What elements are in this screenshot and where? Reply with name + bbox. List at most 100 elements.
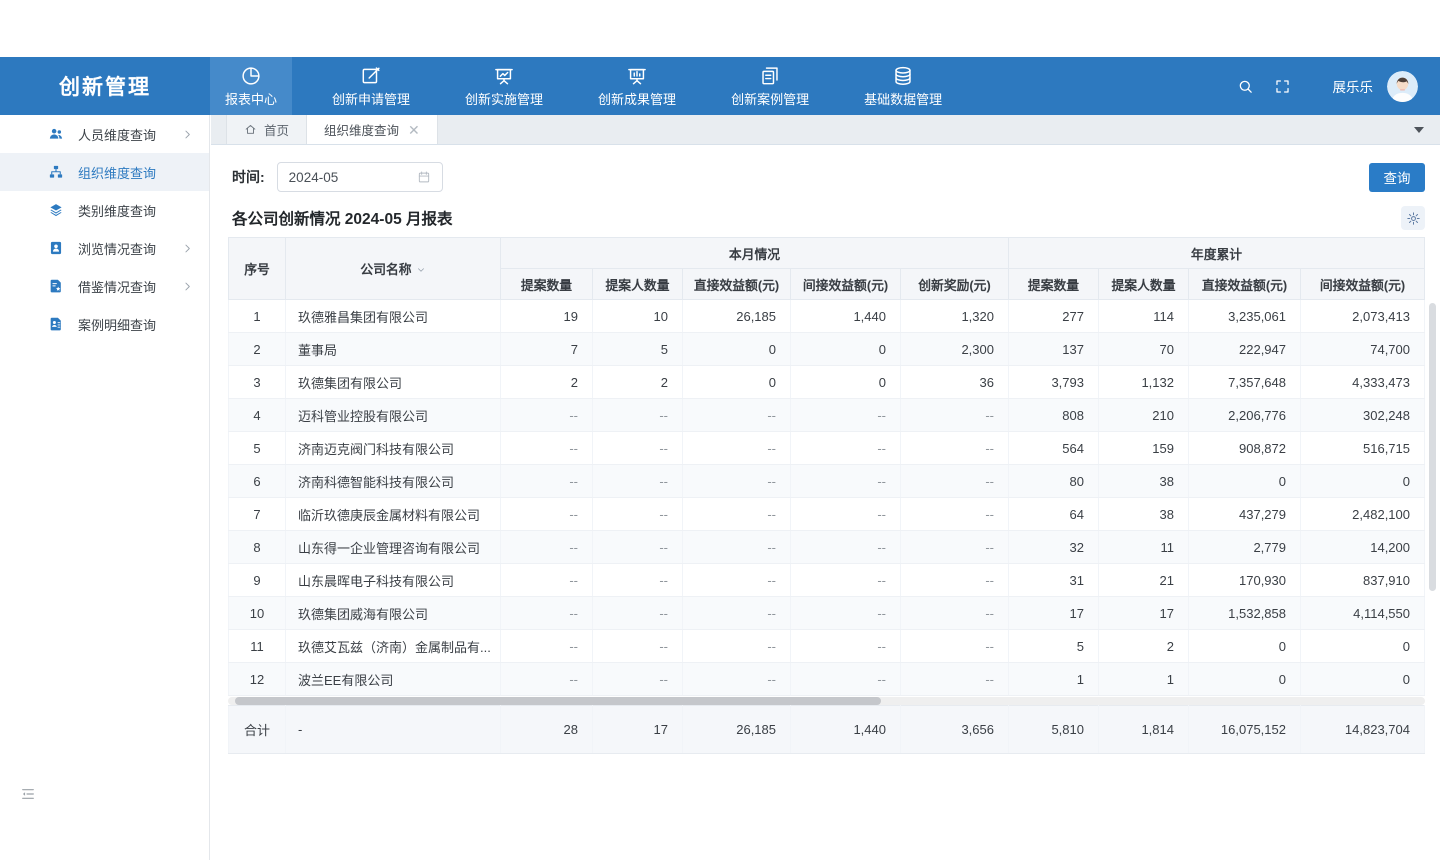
value-cell: -- [593, 630, 683, 663]
total-value-cell: 14,823,704 [1301, 706, 1425, 754]
value-cell: 302,248 [1301, 399, 1425, 432]
value-cell: -- [593, 399, 683, 432]
nav-item[interactable]: 创新成果管理 [583, 57, 691, 115]
company-name-cell: 济南迈克阀门科技有限公司 [286, 432, 501, 465]
tab-label: 首页 [264, 120, 289, 139]
nav-item[interactable]: 创新实施管理 [450, 57, 558, 115]
value-cell: 808 [1009, 399, 1099, 432]
fullscreen-icon[interactable] [1274, 78, 1291, 95]
col-header-month: 提案数量 [501, 269, 593, 300]
horizontal-scrollbar[interactable] [228, 697, 1425, 705]
value-cell: -- [683, 399, 791, 432]
sidebar-item[interactable]: 组织维度查询 [0, 153, 209, 191]
top-tools: 展乐乐 [1217, 57, 1440, 115]
value-cell: 5 [229, 432, 286, 465]
value-cell: 0 [1301, 465, 1425, 498]
value-cell: 36 [901, 366, 1009, 399]
sidebar: 人员维度查询组织维度查询类别维度查询浏览情况查询借鉴情况查询案例明细查询 [0, 115, 210, 860]
total-value-cell: 26,185 [683, 706, 791, 754]
query-button[interactable]: 查询 [1369, 163, 1425, 192]
tab-active[interactable]: 组织维度查询✕ [307, 115, 438, 144]
col-header-company[interactable]: 公司名称 [286, 238, 501, 300]
sidebar-item[interactable]: 借鉴情况查询 [0, 267, 209, 305]
value-cell: -- [901, 597, 1009, 630]
avatar[interactable] [1387, 71, 1418, 102]
value-cell: 277 [1009, 300, 1099, 333]
board-line-icon [493, 65, 515, 87]
value-cell: 1 [229, 300, 286, 333]
value-cell: 3,793 [1009, 366, 1099, 399]
calendar-icon [417, 170, 431, 184]
nav-item[interactable]: 报表中心 [210, 57, 292, 115]
vertical-scrollbar[interactable] [1429, 237, 1436, 754]
close-icon[interactable]: ✕ [408, 123, 420, 137]
value-cell: 2,482,100 [1301, 498, 1425, 531]
report-table: 序号 公司名称 本月情况 年度累计 提案数量提案人数量直接效益额(元)间接效益额… [228, 237, 1425, 754]
col-header-seq: 序号 [229, 238, 286, 300]
value-cell: 0 [683, 366, 791, 399]
value-cell: 0 [791, 366, 901, 399]
sidebar-item[interactable]: 案例明细查询 [0, 305, 209, 343]
tab-home[interactable]: 首页 [226, 115, 307, 144]
value-cell: 4 [229, 399, 286, 432]
value-cell: 4,333,473 [1301, 366, 1425, 399]
value-cell: 2 [501, 366, 593, 399]
company-name-cell: 临沂玖德庚辰金属材料有限公司 [286, 498, 501, 531]
value-cell: -- [683, 531, 791, 564]
value-cell: -- [593, 531, 683, 564]
board-bars-icon [626, 65, 648, 87]
value-cell: -- [501, 630, 593, 663]
company-name-cell: 山东得一企业管理咨询有限公司 [286, 531, 501, 564]
top-header-bar: 创新管理 报表中心创新申请管理创新实施管理创新成果管理创新案例管理基础数据管理 … [0, 57, 1440, 115]
sidebar-item-label: 类别维度查询 [78, 201, 156, 220]
horizontal-scrollbar-thumb[interactable] [235, 697, 881, 705]
value-cell: -- [501, 597, 593, 630]
value-cell: -- [901, 564, 1009, 597]
value-cell: -- [501, 465, 593, 498]
total-value-cell: 5,810 [1009, 706, 1099, 754]
nav-item[interactable]: 基础数据管理 [849, 57, 957, 115]
total-label-cell: 合计 [229, 706, 286, 754]
value-cell: 21 [1099, 564, 1189, 597]
value-cell: 80 [1009, 465, 1099, 498]
filter-row: 时间: 2024-05 查询 [232, 162, 1425, 192]
company-name-cell: 董事局 [286, 333, 501, 366]
nav-item[interactable]: 创新案例管理 [716, 57, 824, 115]
collapse-sidebar-icon[interactable] [20, 786, 36, 802]
edit-icon [360, 65, 382, 87]
value-cell: -- [501, 432, 593, 465]
user-name[interactable]: 展乐乐 [1333, 76, 1374, 96]
sidebar-item[interactable]: 浏览情况查询 [0, 229, 209, 267]
value-cell: -- [901, 432, 1009, 465]
sort-caret-icon[interactable] [416, 263, 426, 278]
col-header-year: 间接效益额(元) [1301, 269, 1425, 300]
company-name-cell: 山东晨晖电子科技有限公司 [286, 564, 501, 597]
value-cell: -- [901, 498, 1009, 531]
value-cell: -- [501, 663, 593, 696]
value-cell: -- [791, 465, 901, 498]
tab-dropdown-caret-icon[interactable] [1414, 127, 1424, 133]
value-cell: -- [901, 465, 1009, 498]
value-cell: 17 [1099, 597, 1189, 630]
value-cell: 2,300 [901, 333, 1009, 366]
sidebar-item[interactable]: 类别维度查询 [0, 191, 209, 229]
value-cell: 17 [1009, 597, 1099, 630]
value-cell: 7,357,648 [1189, 366, 1301, 399]
value-cell: 114 [1099, 300, 1189, 333]
value-cell: 5 [1009, 630, 1099, 663]
vertical-scrollbar-thumb[interactable] [1429, 303, 1436, 591]
company-name-cell: 波兰EE有限公司 [286, 663, 501, 696]
company-name-cell: 迈科管业控股有限公司 [286, 399, 501, 432]
nav-item[interactable]: 创新申请管理 [317, 57, 425, 115]
value-cell: -- [901, 399, 1009, 432]
gear-icon[interactable] [1401, 206, 1425, 230]
value-cell: 1 [1009, 663, 1099, 696]
sidebar-item[interactable]: 人员维度查询 [0, 115, 209, 153]
search-icon[interactable] [1237, 78, 1254, 95]
documents-icon [759, 65, 781, 87]
nav-item-label: 报表中心 [225, 89, 277, 108]
table-row: 9山东晨晖电子科技有限公司----------3121170,930837,91… [229, 564, 1425, 597]
pie-chart-icon [240, 65, 262, 87]
time-input[interactable]: 2024-05 [277, 162, 443, 192]
value-cell: 1,132 [1099, 366, 1189, 399]
